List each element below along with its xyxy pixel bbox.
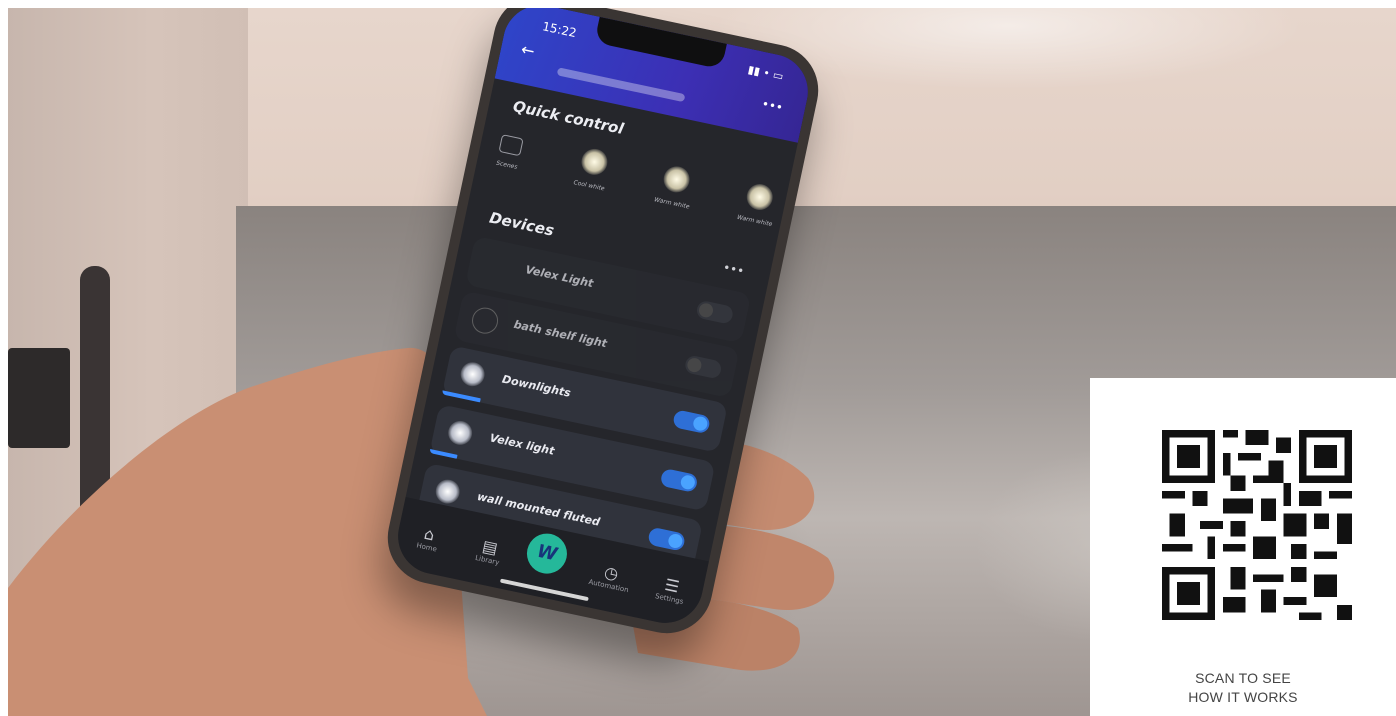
device-name: bath shelf light [512,317,609,351]
device-icon [469,305,501,337]
qr-caption-line-2: HOW IT WORKS [1188,689,1298,705]
scenes-icon [498,134,524,157]
quick-control-warm-white-2[interactable]: Warm white [728,180,784,248]
device-icon [482,250,510,278]
qr-caption-line-1: SCAN TO SEE [1195,670,1291,686]
device-toggle[interactable] [647,526,687,552]
quick-control-scenes[interactable]: Scenes [480,127,536,195]
brightness-bar [429,449,458,459]
wiz-logo-icon: W [523,529,571,578]
device-name: Velex light [488,431,556,458]
quick-control-label: Scenes [495,159,519,171]
status-time: 15:22 [541,19,578,41]
qr-code[interactable] [1157,430,1357,620]
qr-panel: SCAN TO SEE HOW IT WORKS [1090,378,1396,716]
brightness-bar [441,390,482,403]
bulb-icon [445,418,475,448]
more-options-icon[interactable]: ••• [761,97,785,115]
device-name: Velex Light [524,263,595,291]
tab-automation[interactable]: ◷ Automation [583,558,638,595]
quick-control-label: Warm white [736,213,773,229]
quick-control-cool-white[interactable]: Cool white [563,145,619,213]
room-name-blurred [556,67,686,103]
tab-home[interactable]: ⌂ Home [401,519,456,556]
quick-control-warm-white[interactable]: Warm white [646,162,702,230]
back-arrow-icon[interactable]: ← [519,39,536,60]
bulb-icon [744,181,776,213]
tab-wiz[interactable]: W [523,529,576,579]
bulb-icon [578,146,610,178]
device-name: Downlights [500,372,572,400]
quick-control-label: Cool white [572,179,606,193]
bulb-icon [433,477,462,506]
quick-control-label: Warm white [653,196,691,211]
device-toggle[interactable] [659,467,699,493]
quick-control-title: Quick control [511,97,626,139]
devices-more-icon[interactable]: ••• [722,260,746,278]
devices-title: Devices [487,208,556,240]
bulb-icon [458,359,487,389]
device-toggle[interactable] [672,409,712,435]
device-toggle[interactable] [695,299,735,325]
bulb-icon [661,164,693,195]
device-toggle[interactable] [683,354,723,380]
status-icons: ▮▮ • ▭ [746,62,785,84]
tab-settings[interactable]: ☰ Settings [644,571,699,608]
tab-library[interactable]: ▤ Library [462,532,517,569]
